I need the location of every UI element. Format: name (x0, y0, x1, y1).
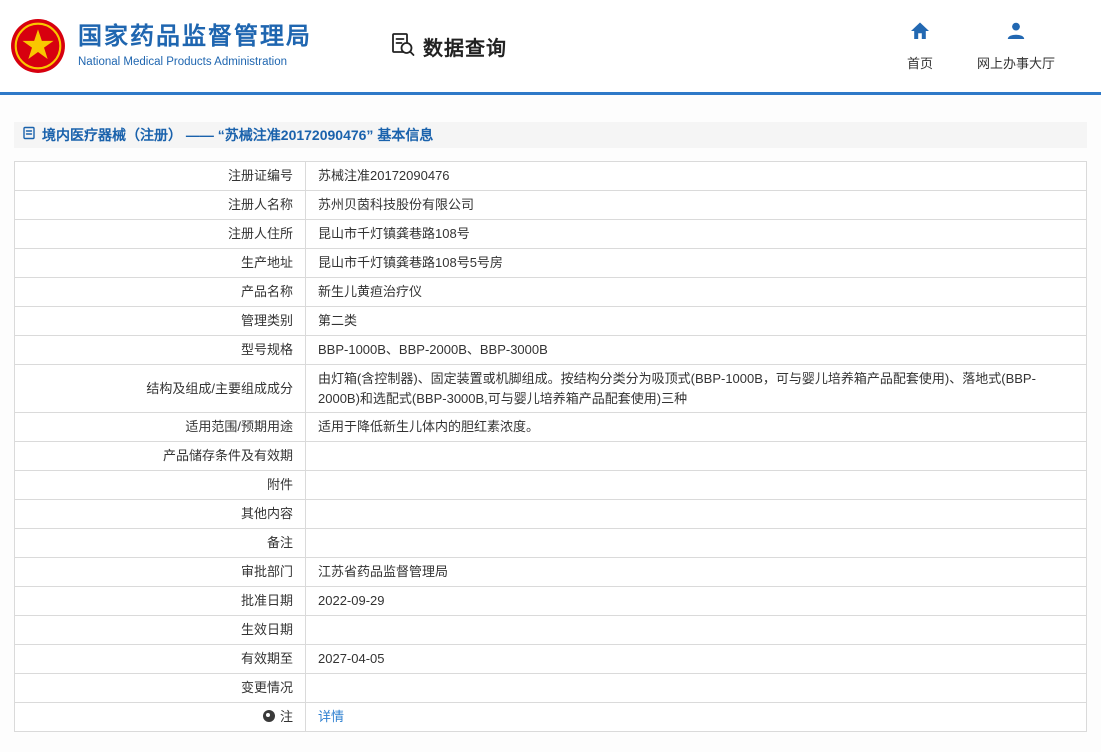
registration-info-table: 注册证编号 苏械注准20172090476 注册人名称 苏州贝茵科技股份有限公司… (14, 161, 1087, 732)
nav-online-hall-label: 网上办事大厅 (977, 53, 1055, 72)
row-value: BBP-1000B、BBP-2000B、BBP-3000B (306, 336, 1087, 365)
row-value: 苏械注准20172090476 (306, 162, 1087, 191)
row-value: 昆山市千灯镇龚巷路108号 (306, 220, 1087, 249)
row-value (306, 674, 1087, 703)
table-row: 生效日期 (15, 616, 1087, 645)
row-label: 适用范围/预期用途 (15, 413, 306, 442)
table-row: 其他内容 (15, 500, 1087, 529)
row-label: 其他内容 (15, 500, 306, 529)
main-content: 境内医疗器械（注册） —— “苏械注准20172090476” 基本信息 注册证… (0, 95, 1101, 752)
row-label: 有效期至 (15, 645, 306, 674)
site-header: 国家药品监督管理局 National Medical Products Admi… (0, 0, 1101, 95)
detail-link[interactable]: 详情 (318, 709, 344, 724)
data-query-section[interactable]: 数据查询 (390, 31, 507, 62)
table-row: 变更情况 (15, 674, 1087, 703)
row-label: 变更情况 (15, 674, 306, 703)
user-icon (1006, 21, 1026, 46)
table-row: 注册人住所 昆山市千灯镇龚巷路108号 (15, 220, 1087, 249)
data-query-icon (390, 31, 416, 62)
nav-home[interactable]: 首页 (907, 21, 933, 72)
row-label: 生产地址 (15, 249, 306, 278)
org-name-en: National Medical Products Administration (78, 56, 312, 68)
row-label: 审批部门 (15, 558, 306, 587)
row-value (306, 442, 1087, 471)
row-value: 由灯箱(含控制器)、固定装置或机脚组成。按结构分类分为吸顶式(BBP-1000B… (306, 365, 1087, 413)
row-label: 产品名称 (15, 278, 306, 307)
info-table-body: 注册证编号 苏械注准20172090476 注册人名称 苏州贝茵科技股份有限公司… (15, 162, 1087, 732)
row-label: 产品储存条件及有效期 (15, 442, 306, 471)
row-value: 第二类 (306, 307, 1087, 336)
table-row: 产品储存条件及有效期 (15, 442, 1087, 471)
table-row: 有效期至 2027-04-05 (15, 645, 1087, 674)
table-row: 结构及组成/主要组成成分 由灯箱(含控制器)、固定装置或机脚组成。按结构分类分为… (15, 365, 1087, 413)
table-row: 生产地址 昆山市千灯镇龚巷路108号5号房 (15, 249, 1087, 278)
row-value: 适用于降低新生儿体内的胆红素浓度。 (306, 413, 1087, 442)
row-label: 批准日期 (15, 587, 306, 616)
row-value: 详情 (306, 703, 1087, 732)
row-value: 江苏省药品监督管理局 (306, 558, 1087, 587)
row-label: 注册证编号 (15, 162, 306, 191)
table-row: 附件 (15, 471, 1087, 500)
row-value: 昆山市千灯镇龚巷路108号5号房 (306, 249, 1087, 278)
data-query-label: 数据查询 (423, 32, 507, 61)
home-icon (910, 21, 930, 46)
row-value (306, 616, 1087, 645)
note-icon (263, 710, 275, 722)
row-value (306, 471, 1087, 500)
row-label: 注册人名称 (15, 191, 306, 220)
row-label: 生效日期 (15, 616, 306, 645)
row-label: 备注 (15, 529, 306, 558)
document-icon (22, 126, 36, 145)
row-value: 苏州贝茵科技股份有限公司 (306, 191, 1087, 220)
row-value (306, 529, 1087, 558)
row-label: 附件 (15, 471, 306, 500)
nav-online-hall[interactable]: 网上办事大厅 (977, 21, 1055, 72)
row-label: 注 (15, 703, 306, 732)
table-row: 注 详情 (15, 703, 1087, 732)
table-row: 注册人名称 苏州贝茵科技股份有限公司 (15, 191, 1087, 220)
row-label: 管理类别 (15, 307, 306, 336)
page-title: 境内医疗器械（注册） —— “苏械注准20172090476” 基本信息 (42, 125, 433, 145)
row-label: 结构及组成/主要组成成分 (15, 365, 306, 413)
table-row: 审批部门 江苏省药品监督管理局 (15, 558, 1087, 587)
row-label: 型号规格 (15, 336, 306, 365)
row-value (306, 500, 1087, 529)
table-row: 型号规格 BBP-1000B、BBP-2000B、BBP-3000B (15, 336, 1087, 365)
table-row: 管理类别 第二类 (15, 307, 1087, 336)
table-row: 适用范围/预期用途 适用于降低新生儿体内的胆红素浓度。 (15, 413, 1087, 442)
table-row: 批准日期 2022-09-29 (15, 587, 1087, 616)
nav-home-label: 首页 (907, 53, 933, 72)
table-row: 产品名称 新生儿黄疸治疗仪 (15, 278, 1087, 307)
row-label: 注册人住所 (15, 220, 306, 249)
header-nav: 首页 网上办事大厅 (907, 21, 1055, 72)
org-name-cn: 国家药品监督管理局 (78, 24, 312, 50)
row-value: 2027-04-05 (306, 645, 1087, 674)
org-title-block: 国家药品监督管理局 National Medical Products Admi… (78, 24, 312, 68)
row-value: 新生儿黄疸治疗仪 (306, 278, 1087, 307)
table-row: 注册证编号 苏械注准20172090476 (15, 162, 1087, 191)
breadcrumb: 境内医疗器械（注册） —— “苏械注准20172090476” 基本信息 (14, 122, 1087, 148)
table-row: 备注 (15, 529, 1087, 558)
row-value: 2022-09-29 (306, 587, 1087, 616)
national-emblem-logo (10, 18, 66, 74)
